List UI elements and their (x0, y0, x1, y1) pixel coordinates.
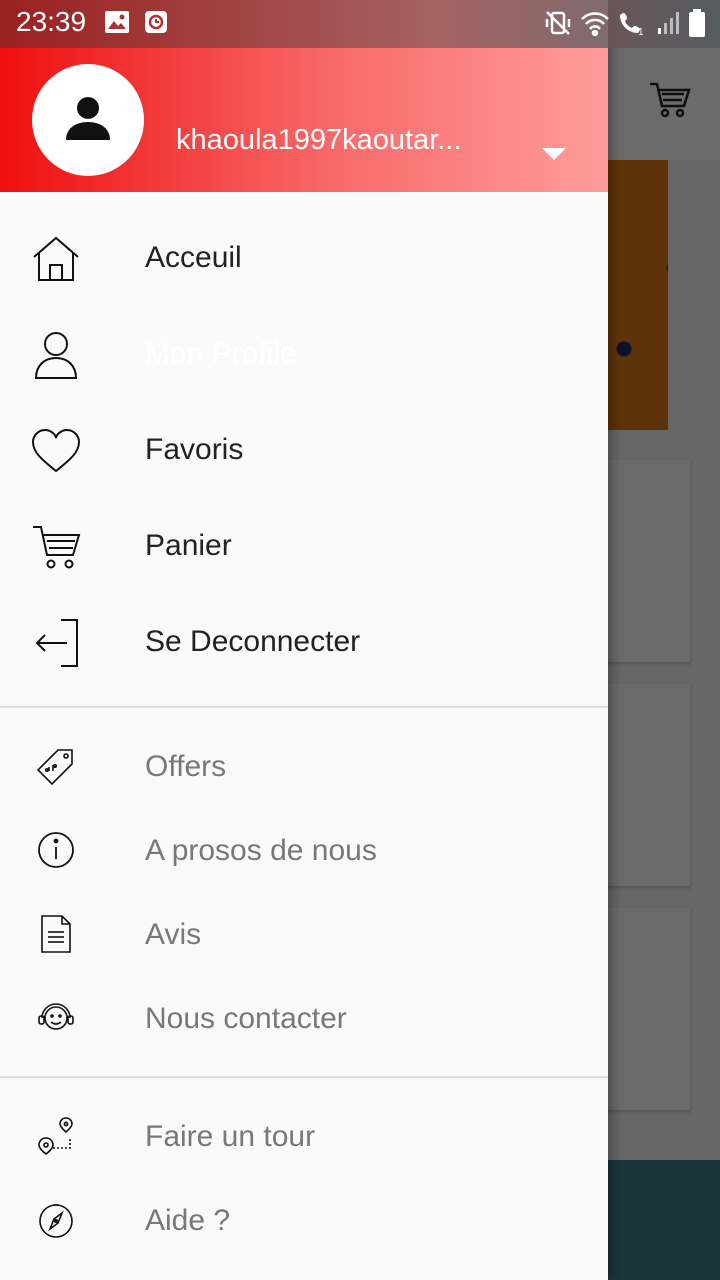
tag-icon (30, 740, 82, 792)
battery-icon (688, 8, 706, 43)
menu-item-label: Acceuil (145, 241, 242, 274)
home-icon (30, 233, 82, 285)
logout-icon (30, 617, 82, 669)
menu-item-label: Avis (145, 918, 202, 951)
wifi-calling-icon: 1 (618, 9, 648, 42)
menu-item-label: Nous contacter (145, 1002, 347, 1035)
account-username[interactable]: khaoula1997kaoutar... (176, 124, 496, 157)
menu-item-label: A prosos de nous (145, 834, 377, 867)
user-icon (30, 329, 82, 381)
menu-item-favoris[interactable]: Favoris (0, 403, 608, 499)
menu-item-label: Mon Profile (145, 337, 297, 370)
menu-item-faire-un-tour[interactable]: Faire un tour (0, 1094, 608, 1178)
drawer-header: khaoula1997kaoutar... (0, 48, 608, 192)
menu-item-se-deconnecter[interactable]: Se Deconnecter (0, 595, 608, 691)
menu-item-label: Offers (145, 750, 227, 783)
gallery-icon (104, 10, 130, 39)
cart-icon (30, 521, 82, 573)
menu-divider (0, 706, 608, 708)
status-bar: 23:39 1 (0, 0, 720, 48)
menu-item-panier[interactable]: Panier (0, 499, 608, 595)
person-icon (62, 92, 114, 149)
menu-item-aide[interactable]: Aide ? (0, 1178, 608, 1262)
menu-item-a-propos[interactable]: A prosos de nous (0, 808, 608, 892)
menu-item-label: Panier (145, 529, 232, 562)
clock-app-icon (144, 10, 168, 39)
navigation-drawer: khaoula1997kaoutar... Acceuil Mon Profil… (0, 0, 608, 1280)
document-icon (30, 908, 82, 960)
menu-item-avis[interactable]: Avis (0, 892, 608, 976)
menu-item-mon-profile[interactable]: Mon Profile (0, 307, 608, 403)
vibrate-off-icon (544, 9, 572, 42)
wifi-icon (580, 9, 610, 42)
status-time: 23:39 (16, 6, 87, 37)
route-icon (30, 1110, 82, 1162)
menu-item-nous-contacter[interactable]: Nous contacter (0, 976, 608, 1060)
support-icon (30, 992, 82, 1044)
menu-item-label: Favoris (145, 433, 244, 466)
menu-item-label: Faire un tour (145, 1120, 316, 1153)
account-dropdown-icon[interactable] (542, 148, 566, 160)
menu-item-label: Aide ? (145, 1204, 231, 1237)
avatar[interactable] (32, 64, 144, 176)
menu-item-acceuil[interactable]: Acceuil (0, 211, 608, 307)
heart-icon (30, 425, 82, 477)
svg-text:1: 1 (638, 27, 644, 37)
menu-item-offers[interactable]: Offers (0, 724, 608, 808)
info-icon (30, 824, 82, 876)
compass-icon (30, 1194, 82, 1246)
menu-item-label: Se Deconnecter (145, 625, 361, 658)
signal-icon (656, 10, 680, 41)
menu-divider (0, 1076, 608, 1078)
